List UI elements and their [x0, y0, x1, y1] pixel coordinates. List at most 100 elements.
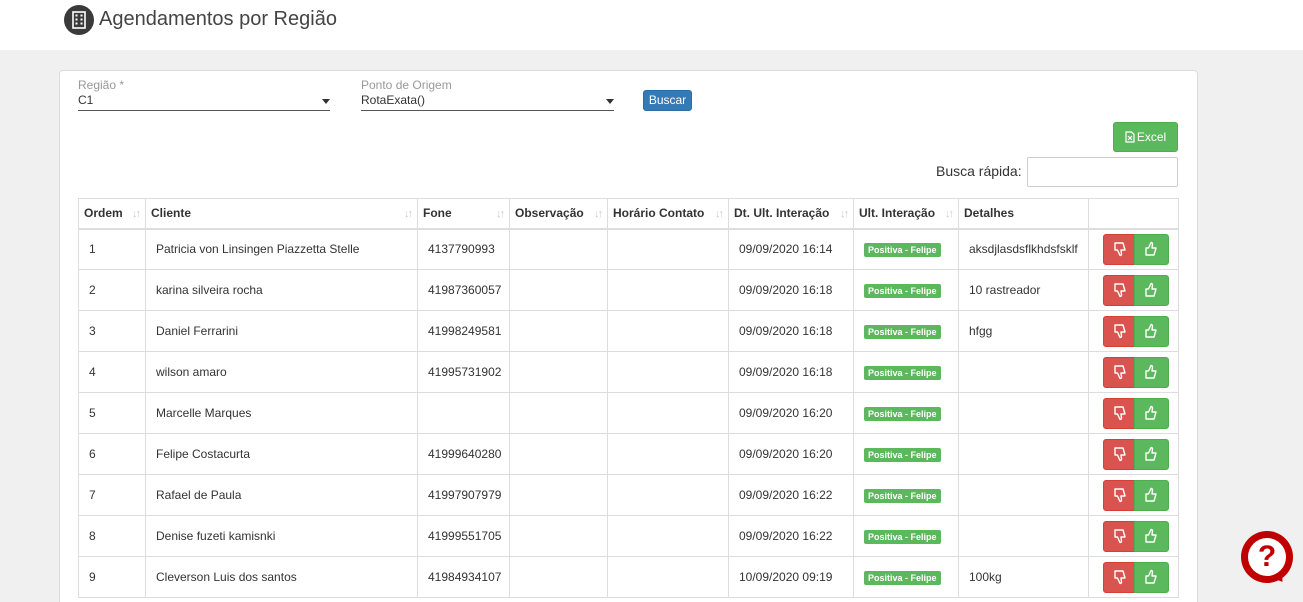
observacao-cell [509, 433, 608, 475]
ordem-cell: 4 [78, 351, 146, 393]
help-button[interactable]: ? [1241, 531, 1293, 587]
col-observacao[interactable]: Observação ↓↑ [509, 198, 608, 230]
chevron-down-icon [606, 99, 614, 104]
detalhes-cell [958, 351, 1089, 393]
observacao-cell [509, 392, 608, 434]
dt-ult-interacao-cell: 09/09/2020 16:18 [728, 310, 854, 352]
sort-icon: ↓↑ [132, 208, 141, 220]
cliente-cell: Felipe Costacurta [145, 433, 418, 475]
status-badge: Positiva - Felipe [864, 447, 941, 462]
table-row: 6 Felipe Costacurta 41999640280 09/09/2020 … [78, 433, 1179, 475]
cliente-cell: Denise fuzeti kamisnki [145, 515, 418, 557]
ult-interacao-cell: Positiva - Felipe [853, 433, 959, 475]
thumbs-up-button[interactable] [1134, 561, 1169, 593]
actions-cell [1088, 515, 1179, 557]
thumbs-up-button[interactable] [1134, 520, 1169, 552]
thumbs-down-button[interactable] [1103, 561, 1138, 593]
table-header-row: Ordem ↓↑ Cliente ↓↑ Fone ↓↑ Observação ↓↑ Ho… [78, 198, 1179, 230]
cliente-cell: Daniel Ferrarini [145, 310, 418, 352]
thumbs-up-icon [1145, 323, 1157, 338]
thumbs-up-button[interactable] [1134, 315, 1169, 347]
dt-ult-interacao-cell: 09/09/2020 16:22 [728, 474, 854, 516]
table-row: 3 Daniel Ferrarini 41998249581 09/09/2020 1… [78, 310, 1179, 352]
thumbs-up-button[interactable] [1134, 438, 1169, 470]
origem-value: RotaExata() [361, 93, 426, 107]
ordem-cell: 6 [78, 433, 146, 475]
sort-icon: ↓↑ [496, 208, 505, 220]
thumbs-down-button[interactable] [1103, 356, 1138, 388]
origem-label: Ponto de Origem [361, 78, 452, 92]
buscar-button[interactable]: Buscar [643, 90, 692, 111]
col-fone[interactable]: Fone ↓↑ [417, 198, 510, 230]
col-detalhes: Detalhes [958, 198, 1089, 230]
detalhes-cell [958, 433, 1089, 475]
cliente-cell: Marcelle Marques [145, 392, 418, 434]
horario-contato-cell [607, 556, 729, 598]
thumbs-up-icon [1145, 405, 1157, 420]
status-badge: Positiva - Felipe [864, 488, 941, 503]
thumbs-down-button[interactable] [1103, 520, 1138, 552]
sort-icon: ↓↑ [715, 208, 724, 220]
sort-icon: ↓↑ [945, 208, 954, 220]
regiao-select[interactable]: C1 [78, 93, 330, 111]
ult-interacao-cell: Positiva - Felipe [853, 556, 959, 598]
fone-cell [417, 392, 510, 434]
thumbs-up-button[interactable] [1134, 397, 1169, 429]
regiao-field: Região * C1 [78, 78, 330, 112]
horario-contato-cell [607, 392, 729, 434]
busca-rapida-label: Busca rápida: [936, 163, 1022, 179]
cliente-cell: Patricia von Linsingen Piazzetta Stelle [145, 228, 418, 270]
fone-cell: 41987360057 [417, 269, 510, 311]
ordem-cell: 5 [78, 392, 146, 434]
table-row: 5 Marcelle Marques 09/09/2020 16:20 Positiv… [78, 392, 1179, 434]
thumbs-down-button[interactable] [1103, 315, 1138, 347]
thumbs-down-button[interactable] [1103, 479, 1138, 511]
thumbs-up-icon [1145, 282, 1157, 297]
observacao-cell [509, 310, 608, 352]
col-horario-contato[interactable]: Horário Contato ↓↑ [607, 198, 729, 230]
col-ordem[interactable]: Ordem ↓↑ [78, 198, 146, 230]
horario-contato-cell [607, 474, 729, 516]
origem-select[interactable]: RotaExata() [361, 93, 614, 111]
thumbs-down-button[interactable] [1103, 274, 1138, 306]
col-dt-ult-interacao[interactable]: Dt. Ult. Interação ↓↑ [728, 198, 854, 230]
actions-cell [1088, 392, 1179, 434]
dt-ult-interacao-cell: 09/09/2020 16:20 [728, 392, 854, 434]
excel-button[interactable]: Excel [1113, 122, 1178, 152]
thumbs-up-icon [1145, 528, 1157, 543]
horario-contato-cell [607, 310, 729, 352]
thumbs-up-icon [1145, 241, 1157, 256]
ordem-cell: 1 [78, 228, 146, 270]
sort-icon: ↓↑ [840, 208, 849, 220]
cliente-cell: wilson amaro [145, 351, 418, 393]
actions-cell [1088, 269, 1179, 311]
thumbs-down-button[interactable] [1103, 233, 1138, 265]
thumbs-up-button[interactable] [1134, 233, 1169, 265]
ordem-cell: 3 [78, 310, 146, 352]
thumbs-up-button[interactable] [1134, 479, 1169, 511]
observacao-cell [509, 556, 608, 598]
busca-rapida-input[interactable] [1027, 157, 1178, 187]
observacao-cell [509, 474, 608, 516]
status-badge: Positiva - Felipe [864, 406, 941, 421]
sort-icon: ↓↑ [404, 208, 413, 220]
col-cliente[interactable]: Cliente ↓↑ [145, 198, 418, 230]
status-badge: Positiva - Felipe [864, 365, 941, 380]
status-badge: Positiva - Felipe [864, 529, 941, 544]
thumbs-up-button[interactable] [1134, 274, 1169, 306]
ult-interacao-cell: Positiva - Felipe [853, 310, 959, 352]
status-badge: Positiva - Felipe [864, 324, 941, 339]
thumbs-up-icon [1145, 364, 1157, 379]
ordem-cell: 8 [78, 515, 146, 557]
col-ult-interacao[interactable]: Ult. Interação ↓↑ [853, 198, 959, 230]
thumbs-down-button[interactable] [1103, 438, 1138, 470]
regiao-label: Região * [78, 78, 125, 92]
thumbs-down-icon [1114, 487, 1126, 502]
col-acoes [1088, 198, 1179, 230]
cliente-cell: karina silveira rocha [145, 269, 418, 311]
thumbs-up-button[interactable] [1134, 356, 1169, 388]
actions-cell [1088, 228, 1179, 270]
horario-contato-cell [607, 515, 729, 557]
thumbs-down-button[interactable] [1103, 397, 1138, 429]
chevron-down-icon [322, 99, 330, 104]
